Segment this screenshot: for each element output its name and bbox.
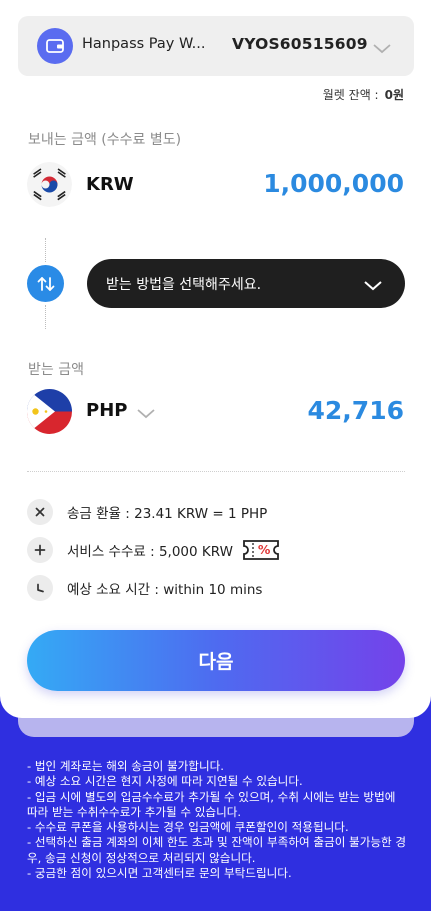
notice-item: - 수수료 쿠폰을 사용하시는 경우 입금액에 쿠폰할인이 적용됩니다.: [27, 820, 349, 835]
wallet-selector[interactable]: Hanpass Pay W... VYOS60515609: [18, 16, 414, 76]
send-amount-value[interactable]: 1,000,000: [263, 169, 404, 198]
chevron-down-icon: [363, 277, 383, 296]
swap-button[interactable]: [27, 265, 64, 302]
dotted-connector: [45, 305, 46, 329]
balance-value: 0원: [384, 88, 404, 102]
plus-icon: [27, 537, 53, 563]
receive-amount-label: 받는 금액: [28, 362, 84, 378]
notice-item: - 법인 계좌로는 해외 송금이 불가합니다.: [27, 759, 224, 773]
notice-item: - 예상 소요 시간은 현지 사정에 따라 지연될 수 있습니다.: [27, 774, 303, 789]
chevron-down-icon[interactable]: [372, 40, 392, 59]
exchange-rate-row: 송금 환율 : 23.41 KRW = 1 PHP: [27, 499, 267, 525]
chevron-down-icon[interactable]: [136, 405, 156, 424]
remittance-card: Hanpass Pay W... VYOS60515609 월렛 잔액 :0원 …: [0, 0, 431, 718]
coupon-percent: %: [257, 542, 271, 557]
balance-label: 월렛 잔액 :: [322, 88, 379, 102]
notice-item: - 입금 시에 별도의 입금수수료가 추가될 수 있으며, 수취 시에는 받는 …: [27, 789, 396, 819]
estimated-time-text: 예상 소요 시간 : within 10 mins: [67, 582, 263, 598]
korea-flag-icon: [27, 162, 72, 207]
wallet-icon: [37, 28, 73, 64]
notice-item: - 궁금한 점이 있으시면 고객센터로 문의 부탁드립니다.: [27, 866, 292, 881]
receive-amount-value: 42,716: [307, 396, 404, 425]
multiply-icon: [27, 499, 53, 525]
divider: [27, 471, 405, 472]
wallet-name: Hanpass Pay W...: [82, 36, 206, 52]
dotted-connector: [45, 238, 46, 262]
notice-list: - 법인 계좌로는 해외 송금이 불가합니다. - 예상 소요 시간은 현지 사…: [27, 759, 407, 881]
send-amount-label: 보내는 금액 (수수료 별도): [28, 132, 182, 148]
wallet-id: VYOS60515609: [232, 35, 368, 53]
send-currency-code: KRW: [86, 174, 134, 195]
swap-arrows-icon: [37, 276, 54, 291]
notice-item: - 선택하신 출금 계좌의 이체 한도 초과 및 잔액이 부족하여 출금이 불가…: [27, 835, 407, 865]
receive-method-placeholder: 받는 방법을 선택해주세요.: [106, 277, 262, 293]
clock-icon: [27, 575, 53, 601]
coupon-button[interactable]: %: [241, 537, 281, 563]
wallet-balance: 월렛 잔액 : 0원: [323, 86, 404, 103]
philippines-flag-icon: [27, 389, 72, 434]
estimated-time-row: 예상 소요 시간 : within 10 mins: [27, 575, 262, 601]
receive-method-select[interactable]: 받는 방법을 선택해주세요.: [87, 259, 405, 308]
service-fee-text: 서비스 수수료 : 5,000 KRW: [67, 544, 233, 560]
exchange-rate-text: 송금 환율 : 23.41 KRW = 1 PHP: [67, 506, 268, 522]
receive-currency-code[interactable]: PHP: [86, 400, 127, 421]
next-button[interactable]: 다음: [27, 630, 405, 691]
service-fee-row: 서비스 수수료 : 5,000 KRW %: [27, 537, 281, 563]
